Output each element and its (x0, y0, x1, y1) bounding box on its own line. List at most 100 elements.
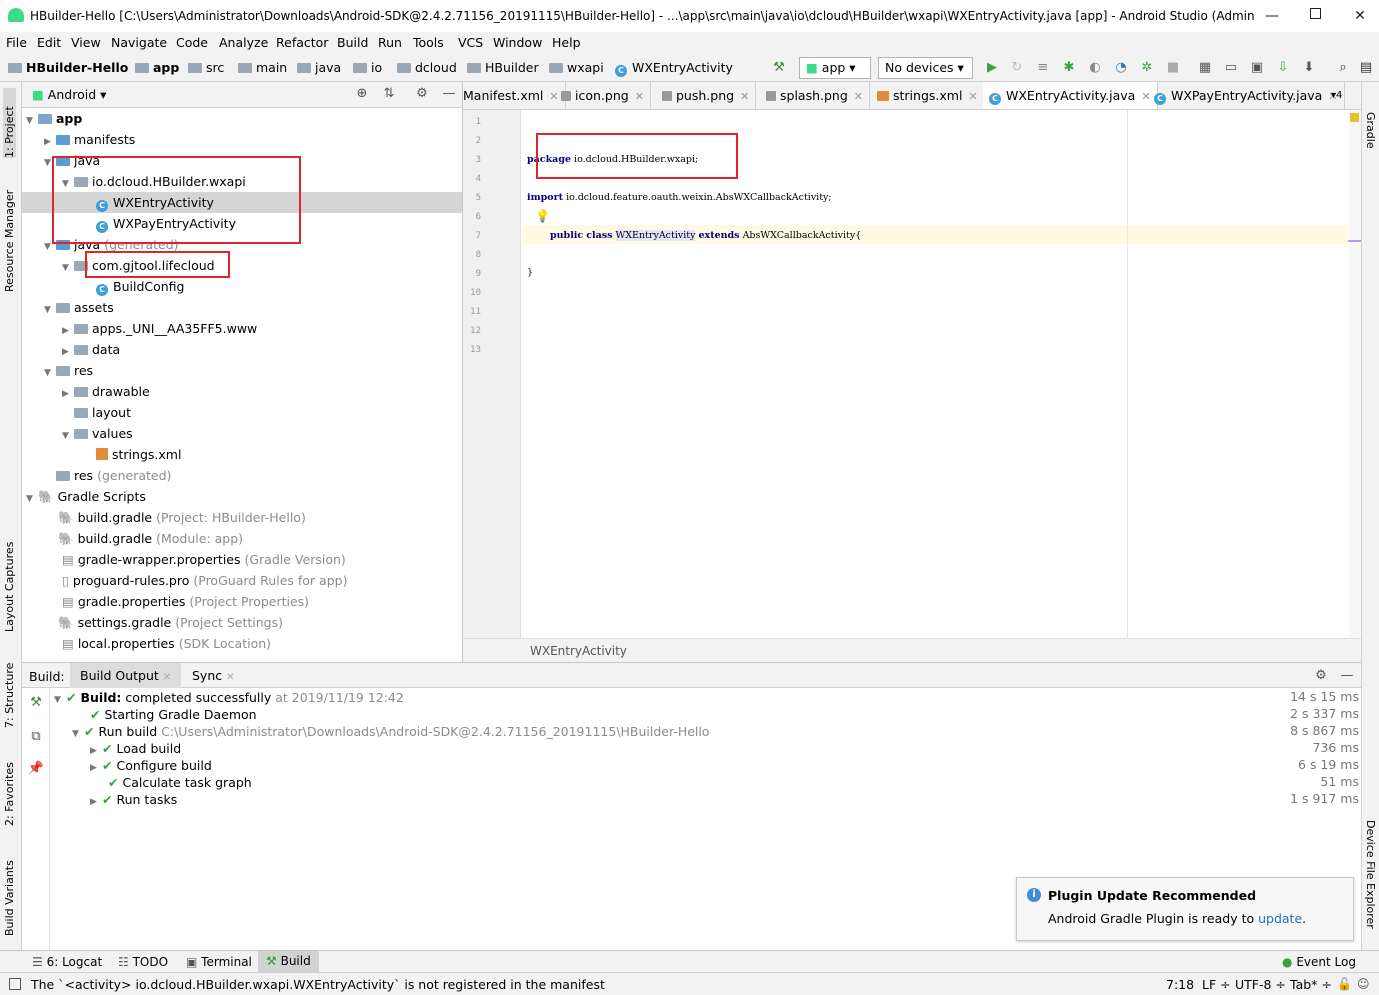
tab-sync[interactable]: Sync ✕ (182, 663, 245, 688)
tool-tab-logcat[interactable]: ☰ 6: Logcat (32, 955, 102, 969)
toggle-view-icon[interactable]: ⧉ (27, 728, 45, 746)
locate-icon[interactable]: ⊕ (353, 85, 371, 103)
stop-icon[interactable]: ■ (1164, 59, 1182, 77)
sync-gradle-icon[interactable]: ⇩ (1274, 59, 1292, 77)
menu-vcs[interactable]: VCS (458, 35, 483, 50)
gear-icon[interactable]: ⚙ (413, 85, 431, 103)
file-encoding[interactable]: UTF-8 ÷ (1235, 977, 1286, 992)
menu-tools[interactable]: Tools (413, 35, 444, 50)
tool-tab-layout-captures[interactable]: Layout Captures (3, 522, 16, 632)
editor-scrollbar[interactable] (1349, 110, 1361, 638)
tab-push-png[interactable]: push.png ✕ (656, 82, 757, 109)
tool-tab-terminal[interactable]: ▣ Terminal (186, 955, 252, 969)
plugin-update-notification[interactable]: i Plugin Update Recommended Android Grad… (1016, 877, 1354, 941)
project-structure-icon[interactable]: ▦ (1196, 59, 1214, 77)
tool-tab-todo[interactable]: ☷ TODO (118, 955, 168, 969)
menu-help[interactable]: Help (552, 35, 581, 50)
avd-manager-icon[interactable]: ▭ (1222, 59, 1240, 77)
code-editor[interactable]: 1 2 3 4 5 6 7 8 9 10 11 12 13 package io… (463, 110, 1361, 662)
indent-setting[interactable]: Tab* ÷ (1290, 977, 1332, 992)
close-tab-icon[interactable]: ✕ (163, 672, 171, 683)
tree-item-res-generated[interactable]: res (generated) (56, 465, 171, 486)
build-row-summary[interactable]: ▼ ✔ Build: completed successfully at 2019/… (54, 689, 404, 706)
breadcrumb-main[interactable]: main (238, 60, 287, 75)
tree-item-res[interactable]: ▼ res (44, 360, 93, 381)
device-select[interactable]: No devices ▾ (878, 57, 973, 79)
tree-item-data[interactable]: ▶ data (62, 339, 120, 360)
apply-changes-icon[interactable]: ≡ (1034, 59, 1052, 77)
tab-wxentryactivity[interactable]: C WXEntryActivity.java ✕ (983, 82, 1158, 109)
tree-item-proguard[interactable]: ▯ proguard-rules.pro (ProGuard Rules for … (62, 570, 347, 591)
breadcrumb-dcloud[interactable]: dcloud (397, 60, 457, 75)
tree-item-layout[interactable]: layout (74, 402, 131, 423)
tree-item-build-gradle-module[interactable]: 🐘 build.gradle (Module: app) (58, 528, 243, 549)
tool-tab-gradle[interactable]: Gradle (1364, 112, 1377, 149)
inspection-status-icon[interactable] (1350, 113, 1359, 122)
menu-refactor[interactable]: Refactor (276, 35, 328, 50)
build-row-run-tasks[interactable]: ▶ ✔ Run tasks (90, 791, 177, 808)
breadcrumb-hbuilder[interactable]: HBuilder (467, 60, 539, 75)
attach-debugger-icon[interactable]: ◐ (1086, 59, 1104, 77)
caret-position[interactable]: 7:18 (1166, 977, 1194, 992)
menu-view[interactable]: View (71, 35, 101, 50)
update-link[interactable]: update (1258, 911, 1302, 926)
menu-file[interactable]: File (6, 35, 27, 50)
tool-tab-event-log[interactable]: ● Event Log (1282, 955, 1356, 969)
sdk-manager-icon[interactable]: ⬇ (1300, 59, 1318, 77)
coverage-icon[interactable]: ✲ (1138, 59, 1156, 77)
breadcrumb-io[interactable]: io (353, 60, 382, 75)
menu-build[interactable]: Build (337, 35, 368, 50)
tab-strings-xml[interactable]: strings.xml ✕ (871, 82, 985, 109)
run-icon[interactable]: ▶ (983, 59, 1001, 77)
rerun-icon[interactable]: ↻ (1008, 59, 1026, 77)
build-row-daemon[interactable]: ✔ Starting Gradle Daemon (90, 706, 257, 723)
menu-window[interactable]: Window (493, 35, 542, 50)
collapse-all-icon[interactable]: ⇅ (380, 85, 398, 103)
tree-item-gradle-properties[interactable]: ▤ gradle.properties (Project Properties) (62, 591, 309, 612)
build-row-load-build[interactable]: ▶ ✔ Load build (90, 740, 181, 757)
tab-splash-png[interactable]: splash.png ✕ (760, 82, 870, 109)
build-row-configure-build[interactable]: ▶ ✔ Configure build (90, 757, 212, 774)
close-tab-icon[interactable]: ✕ (968, 90, 977, 103)
lightbulb-icon[interactable]: 💡 (535, 209, 550, 223)
breadcrumb-java[interactable]: java (297, 60, 341, 75)
settings-icon[interactable]: ▤ (1357, 59, 1375, 77)
menu-navigate[interactable]: Navigate (111, 35, 167, 50)
search-icon[interactable]: ⌕ (1334, 59, 1352, 77)
hammer-icon[interactable]: ⚒ (27, 694, 45, 712)
hide-icon[interactable]: — (440, 85, 458, 103)
hide-icon[interactable]: — (1338, 667, 1356, 685)
close-tab-icon[interactable]: ✕ (854, 90, 863, 103)
pin-icon[interactable]: 📌 (27, 760, 45, 778)
menu-code[interactable]: Code (176, 35, 208, 50)
tree-item-local-properties[interactable]: ▤ local.properties (SDK Location) (62, 633, 271, 654)
close-tab-icon[interactable]: ✕ (635, 90, 644, 103)
device-manager-icon[interactable]: ▣ (1248, 59, 1266, 77)
menu-analyze[interactable]: Analyze (219, 35, 268, 50)
tree-item-gradle-wrapper[interactable]: ▤ gradle-wrapper.properties (Gradle Versi… (62, 549, 346, 570)
lock-icon[interactable]: 🔓 (1337, 977, 1352, 991)
tool-tab-build-variants[interactable]: Build Variants (3, 846, 16, 936)
close-icon[interactable]: ✕ (1350, 6, 1370, 26)
tree-item-app[interactable]: ▼ app (26, 108, 82, 129)
gear-icon[interactable]: ⚙ (1312, 667, 1330, 685)
tab-build-output[interactable]: Build Output ✕ (70, 663, 182, 688)
maximize-icon[interactable] (1305, 5, 1325, 25)
tab-manifest[interactable]: Manifest.xml ✕ (463, 82, 566, 109)
breadcrumb-wxapi[interactable]: wxapi (549, 60, 604, 75)
tree-item-strings-xml[interactable]: strings.xml (96, 444, 181, 465)
breadcrumb-app[interactable]: app (135, 60, 179, 75)
tool-tab-resource-manager[interactable]: Resource Manager (3, 182, 16, 292)
tree-item-settings-gradle[interactable]: 🐘 settings.gradle (Project Settings) (58, 612, 283, 633)
build-row-run-build[interactable]: ▼ ✔ Run build C:\Users\Administrator\Downl… (72, 723, 710, 740)
tool-tab-favorites[interactable]: 2: Favorites (3, 746, 16, 826)
breadcrumb-project[interactable]: HBuilder-Hello (8, 60, 128, 75)
tree-item-drawable[interactable]: ▶ drawable (62, 381, 150, 402)
tree-item-gradle-scripts[interactable]: ▼ 🐘 Gradle Scripts (26, 486, 146, 507)
tree-item-assets[interactable]: ▼ assets (44, 297, 114, 318)
breadcrumb-file[interactable]: C WXEntryActivity (615, 60, 733, 77)
line-separator[interactable]: LF ÷ (1202, 977, 1231, 992)
hammer-icon[interactable]: ⚒ (770, 59, 788, 77)
tree-item-values[interactable]: ▼ values (62, 423, 133, 444)
inspector-icon[interactable]: ☺ (1357, 977, 1370, 991)
